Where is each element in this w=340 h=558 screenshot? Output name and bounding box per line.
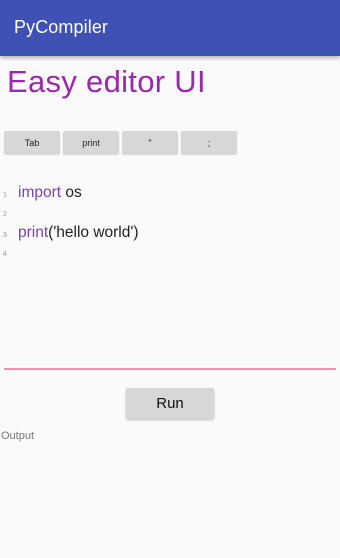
- app-title: PyCompiler: [14, 17, 109, 37]
- code-keyword: print: [18, 224, 49, 241]
- code-keyword: import: [18, 184, 62, 201]
- line-number: 3: [3, 232, 7, 239]
- print-shortcut-button[interactable]: print: [63, 131, 119, 154]
- code-editor[interactable]: 1 2 3 4 import os print('hello world'): [0, 180, 340, 370]
- semicolon-shortcut-button[interactable]: ;: [181, 131, 237, 154]
- shortcut-toolbar: Tab print " ;: [4, 131, 237, 154]
- quote-shortcut-button[interactable]: ": [122, 131, 178, 154]
- tab-shortcut-button[interactable]: Tab: [4, 131, 60, 154]
- output-label: Output: [1, 430, 35, 442]
- line-number: 2: [3, 211, 7, 218]
- code-line: print('hello world'): [18, 224, 139, 242]
- code-text: ('hello world'): [48, 224, 139, 241]
- page-heading: Easy editor UI: [7, 64, 206, 99]
- editor-underline: [4, 368, 336, 370]
- line-number: 4: [3, 251, 7, 258]
- run-button[interactable]: Run: [126, 388, 214, 419]
- app-bar: PyCompiler: [0, 0, 340, 56]
- code-line: import os: [18, 184, 82, 202]
- line-number: 1: [3, 192, 7, 199]
- code-text: os: [61, 184, 82, 201]
